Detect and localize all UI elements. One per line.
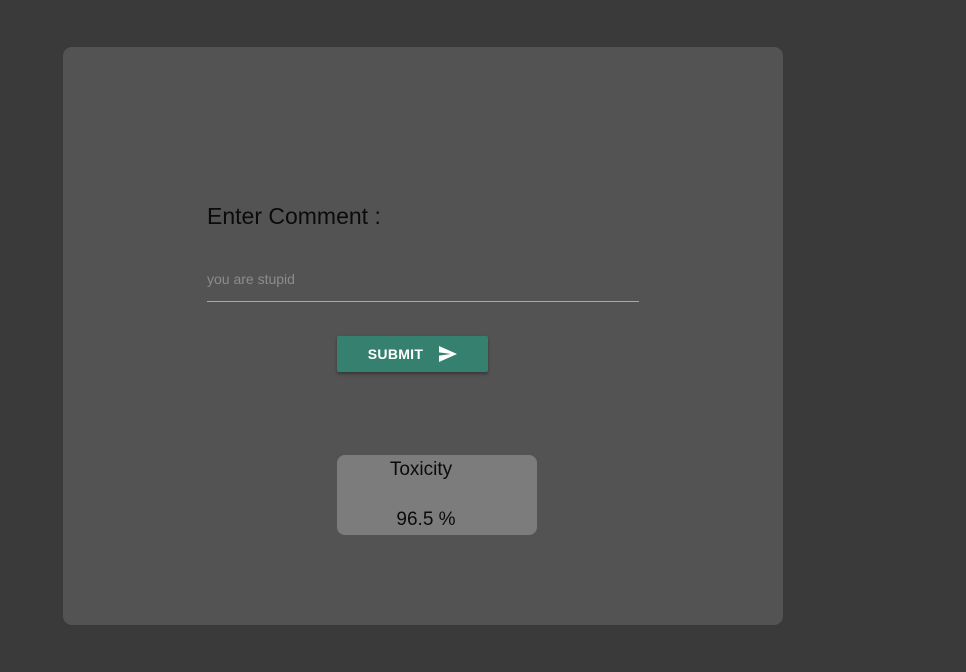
submit-label: SUBMIT <box>367 346 424 362</box>
submit-button[interactable]: SUBMIT <box>337 336 488 372</box>
comment-label: Enter Comment : <box>207 203 381 229</box>
comment-card: Enter Comment : SUBMIT Toxicity 96.5 % <box>63 47 783 625</box>
result-title: Toxicity <box>389 459 453 480</box>
result-value: 96.5 % <box>396 509 456 530</box>
comment-input[interactable] <box>207 259 639 299</box>
toxicity-result: Toxicity 96.5 % <box>337 455 537 535</box>
send-icon <box>439 346 458 362</box>
comment-field <box>207 259 639 302</box>
